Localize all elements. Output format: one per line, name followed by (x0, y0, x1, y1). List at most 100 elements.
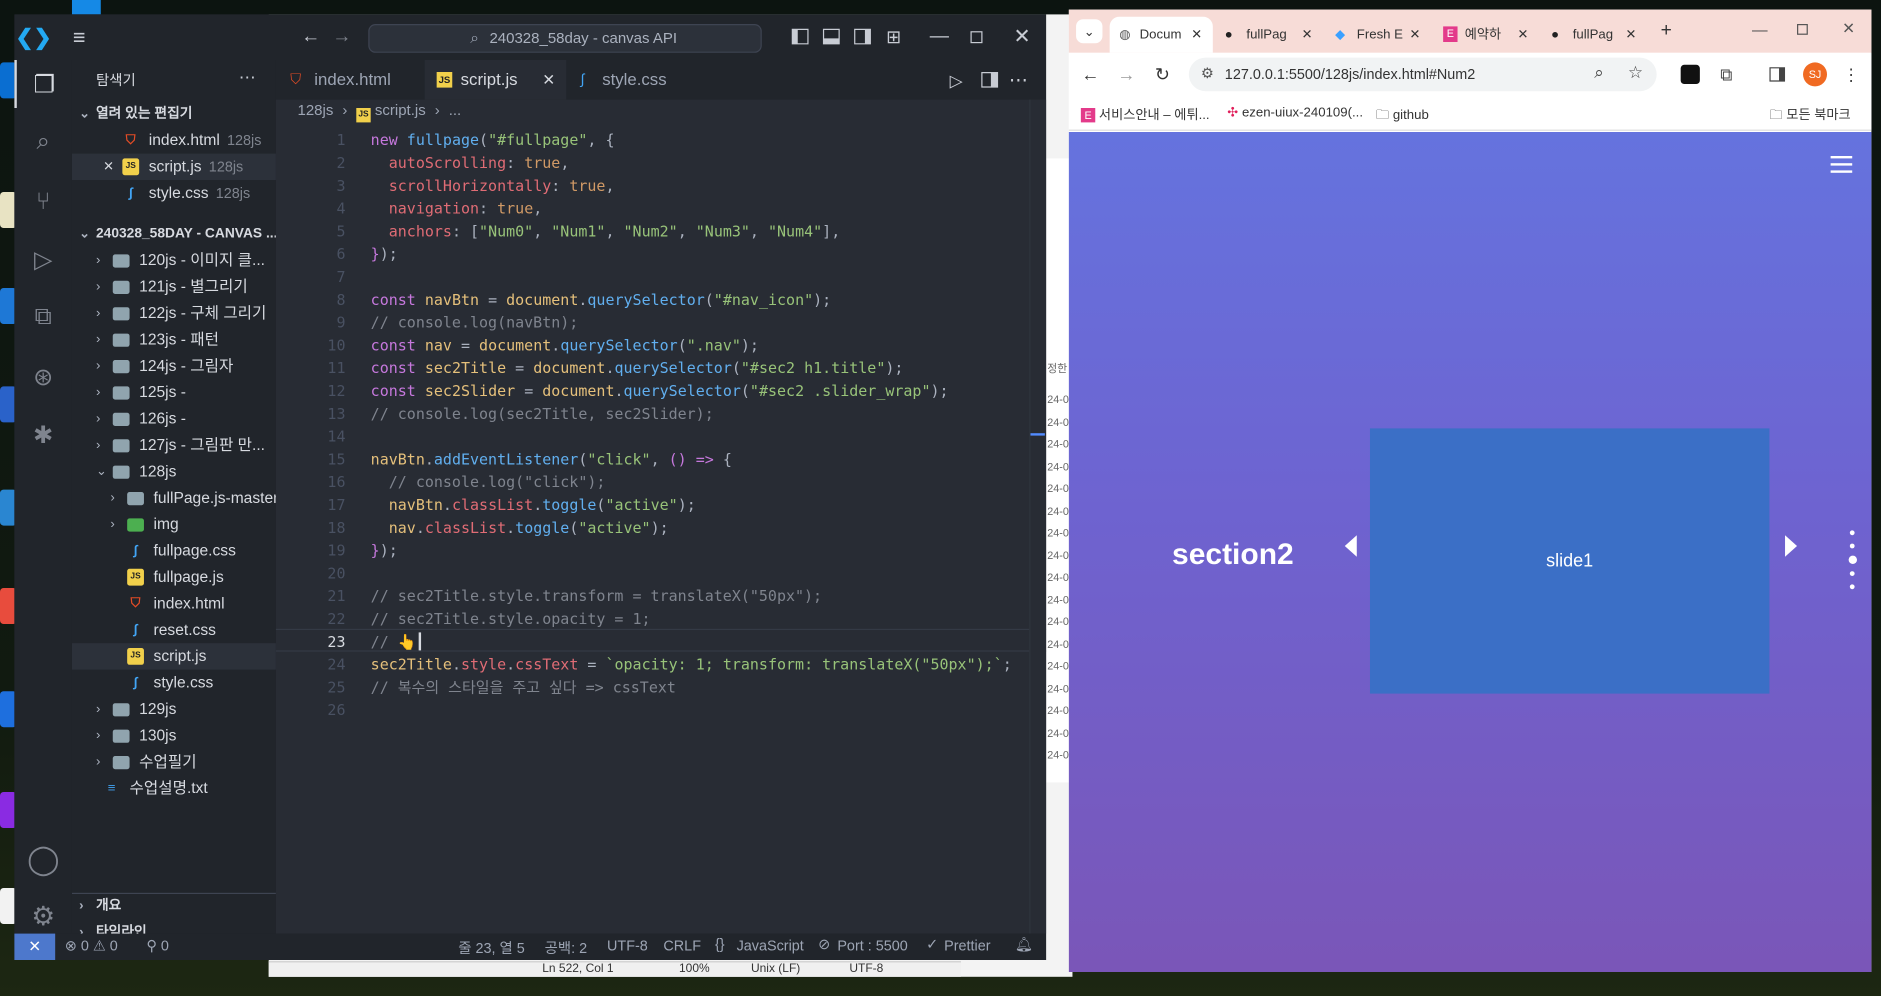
side-panel-icon[interactable] (1769, 67, 1786, 82)
close-tab-icon[interactable]: ✕ (1302, 17, 1313, 53)
forward-arrow-icon[interactable]: → (1114, 62, 1138, 86)
toggle-panel-icon[interactable] (822, 28, 840, 45)
tree-folder[interactable]: › 120js - 이미지 클... (72, 247, 276, 273)
extensions-icon[interactable]: ⧉ (14, 293, 72, 341)
extension-icon[interactable] (1680, 64, 1700, 84)
code-line[interactable]: navBtn.addEventListener("click", () => { (371, 448, 732, 471)
close-tab-icon[interactable]: ✕ (1518, 17, 1529, 53)
open-editors-header[interactable]: ⌄ 열려 있는 편집기 (72, 101, 276, 127)
breadcrumb-file[interactable]: script.js (375, 102, 426, 119)
section-nav-dot[interactable] (1849, 530, 1855, 536)
menu-hamburger-icon[interactable]: ≡ (65, 22, 94, 53)
errors-warnings[interactable]: ⊗ 0 ⚠ 0 (65, 937, 118, 954)
open-editor-item[interactable]: ⛉ index.html 128js (72, 127, 276, 153)
back-arrow-icon[interactable]: ← (1078, 62, 1102, 86)
remote-indicator-icon[interactable]: ✕ (14, 933, 56, 961)
bookmark-star-icon[interactable]: ☆ (1628, 62, 1643, 82)
tree-folder[interactable]: › fullPage.js-master (72, 485, 276, 511)
code-line[interactable]: // sec2Title.style.transform = translate… (371, 584, 822, 607)
code-line[interactable]: // 복수의 스타일을 주고 싶다 => cssText (371, 676, 676, 699)
tree-file[interactable]: ∫ fullpage.css (72, 538, 276, 564)
site-info-icon[interactable]: ⚙ (1201, 65, 1214, 82)
close-tab-icon[interactable]: ✕ (542, 60, 555, 100)
code-line[interactable]: const sec2Slider = document.querySelecto… (371, 379, 949, 402)
code-line[interactable]: scrollHorizontally: true, (371, 174, 615, 197)
code-line[interactable]: // console.log(sec2Title, sec2Slider); (371, 402, 714, 425)
zoom-icon[interactable]: ⌕ (1594, 62, 1603, 82)
minimap-scrollbar[interactable] (1029, 99, 1047, 934)
tab-search-chevron-icon[interactable]: ⌄ (1076, 19, 1103, 44)
close-tab-icon[interactable]: ✕ (1410, 17, 1421, 53)
code-line[interactable]: const nav = document.querySelector(".nav… (371, 334, 759, 357)
open-editor-item[interactable]: ✕ JS script.js 128js (71, 153, 276, 180)
tree-folder[interactable]: › 121js - 별그리기 (72, 274, 276, 300)
back-arrow-icon[interactable]: ← (298, 24, 324, 50)
cursor-position[interactable]: 줄 23, 열 5 (458, 937, 525, 957)
bookmark-item[interactable]: ✣ ezen-uiux-240109(... (1227, 104, 1363, 120)
toggle-secondary-sidebar-icon[interactable] (854, 28, 871, 45)
line-ending[interactable]: CRLF (663, 937, 701, 954)
minimize-icon[interactable]: — (926, 24, 952, 50)
tree-folder[interactable]: ⌄ 128js (72, 458, 276, 484)
tree-file[interactable]: ⛉ index.html (72, 590, 276, 616)
close-icon[interactable]: ✕ (1009, 24, 1035, 50)
reload-icon[interactable]: ↻ (1150, 62, 1174, 86)
bookmark-item[interactable]: 🗀︎ github (1376, 104, 1429, 127)
bookmark-item[interactable]: E 서비스안내 – 에튀... (1080, 104, 1210, 123)
tree-folder[interactable]: › 124js - 그림자 (72, 353, 276, 379)
section-nav-dot[interactable] (1849, 571, 1855, 576)
tab-script-js[interactable]: JS script.js ✕ (424, 60, 567, 100)
breadcrumb-folder[interactable]: 128js (298, 102, 334, 119)
explorer-icon[interactable]: ❐ (14, 60, 72, 109)
tree-folder[interactable]: › 129js (72, 696, 276, 722)
chrome-menu-icon[interactable]: ⋮ (1839, 62, 1863, 86)
tab-style-css[interactable]: ∫ style.css (566, 60, 708, 100)
notifications-bell-icon[interactable]: 🔔︎ (1015, 936, 1033, 953)
maximize-icon[interactable] (1797, 24, 1808, 35)
remote-explorer-icon[interactable]: ✱ (14, 410, 72, 458)
chrome-tab[interactable]: E 예약하 ✕ (1436, 17, 1537, 53)
encoding[interactable]: UTF-8 (607, 937, 648, 954)
slide-next-arrow[interactable] (1785, 535, 1798, 557)
extensions-puzzle-icon[interactable]: ⧉ (1714, 62, 1738, 86)
tree-folder[interactable]: › 수업필기 (72, 749, 276, 775)
code-line[interactable]: // sec2Title.style.opacity = 1; (371, 607, 651, 630)
tree-file[interactable]: ∫ style.css (72, 670, 276, 696)
code-line[interactable]: }); (371, 242, 398, 265)
outline-header[interactable]: › 개요 (72, 893, 276, 919)
prettier-status[interactable]: Prettier (944, 937, 990, 954)
tree-file[interactable]: ∫ reset.css (72, 617, 276, 643)
account-icon[interactable]: ◯ (14, 835, 72, 883)
more-actions-icon[interactable]: ⋯ (235, 65, 259, 89)
code-editor[interactable]: 128js › JS script.js › ... 1 2 3 4 5 6 7 8 9 10 11… (275, 99, 1047, 934)
code-line[interactable]: }); (371, 539, 398, 562)
section-nav-dot[interactable] (1849, 584, 1855, 590)
command-center-search[interactable]: ⌕ 240328_58day - canvas API (368, 24, 762, 53)
close-icon[interactable]: ✕ (1837, 17, 1861, 41)
address-bar[interactable]: ⚙ 127.0.0.1:5500/128js/index.html#Num2 ⌕… (1188, 57, 1657, 92)
language-mode[interactable]: JavaScript (737, 937, 804, 954)
code-line[interactable]: sec2Title.style.cssText = `opacity: 1; t… (371, 653, 1012, 676)
code-line[interactable]: navigation: true, (371, 197, 543, 220)
taskbar-app-icon[interactable] (71, 0, 101, 15)
tree-folder[interactable]: › 123js - 패턴 (72, 326, 276, 352)
git-graph-icon[interactable]: ⊛ (14, 353, 72, 401)
code-line[interactable]: new fullpage("#fullpage", { (371, 128, 615, 151)
code-line[interactable]: autoScrolling: true, (371, 151, 570, 174)
chrome-tab[interactable]: ◆ Fresh E ✕ (1328, 17, 1429, 53)
split-editor-icon[interactable] (981, 72, 999, 88)
maximize-icon[interactable] (970, 31, 983, 44)
code-line[interactable]: nav.classList.toggle("active"); (371, 516, 669, 539)
chrome-tab[interactable]: ● fullPag ✕ (1544, 17, 1645, 53)
chrome-tab-active[interactable]: ◍ Docum ✕ (1109, 16, 1213, 53)
tree-folder[interactable]: › 122js - 구체 그리기 (72, 300, 276, 326)
new-tab-plus-icon[interactable]: + (1654, 19, 1678, 43)
profile-avatar[interactable]: SJ (1803, 62, 1828, 87)
code-line[interactable]: anchors: ["Num0", "Num1", "Num2", "Num3"… (371, 220, 840, 243)
all-bookmarks[interactable]: 🗀︎ 모든 북마크 (1769, 104, 1850, 127)
run-code-icon[interactable]: ▷ (943, 67, 969, 93)
source-control-icon[interactable]: ⑂ (14, 178, 72, 226)
code-line[interactable]: // console.log("click"); (371, 470, 606, 493)
live-server-port[interactable]: Port : 5500 (837, 937, 907, 954)
tree-folder[interactable]: › img (72, 511, 276, 537)
